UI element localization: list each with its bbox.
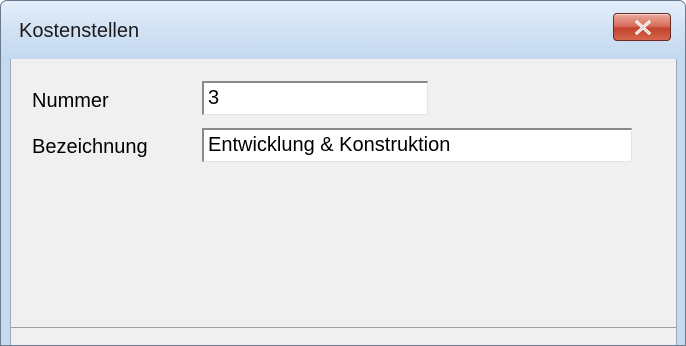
nummer-field[interactable]: 3 — [202, 81, 428, 115]
bezeichnung-field[interactable]: Entwicklung & Konstruktion — [202, 128, 632, 162]
divider — [11, 327, 676, 328]
bezeichnung-label: Bezeichnung — [32, 136, 148, 158]
window-title: Kostenstellen — [19, 20, 140, 42]
nummer-label: Nummer — [32, 90, 109, 112]
close-button[interactable] — [613, 13, 671, 41]
close-x-icon — [634, 20, 652, 35]
dialog-window: Kostenstellen Nummer 3 Bezeichnung Entwi… — [0, 0, 686, 346]
title-bar[interactable]: Kostenstellen — [1, 1, 685, 59]
form-area: Nummer 3 Bezeichnung Entwicklung & Konst… — [10, 59, 677, 345]
